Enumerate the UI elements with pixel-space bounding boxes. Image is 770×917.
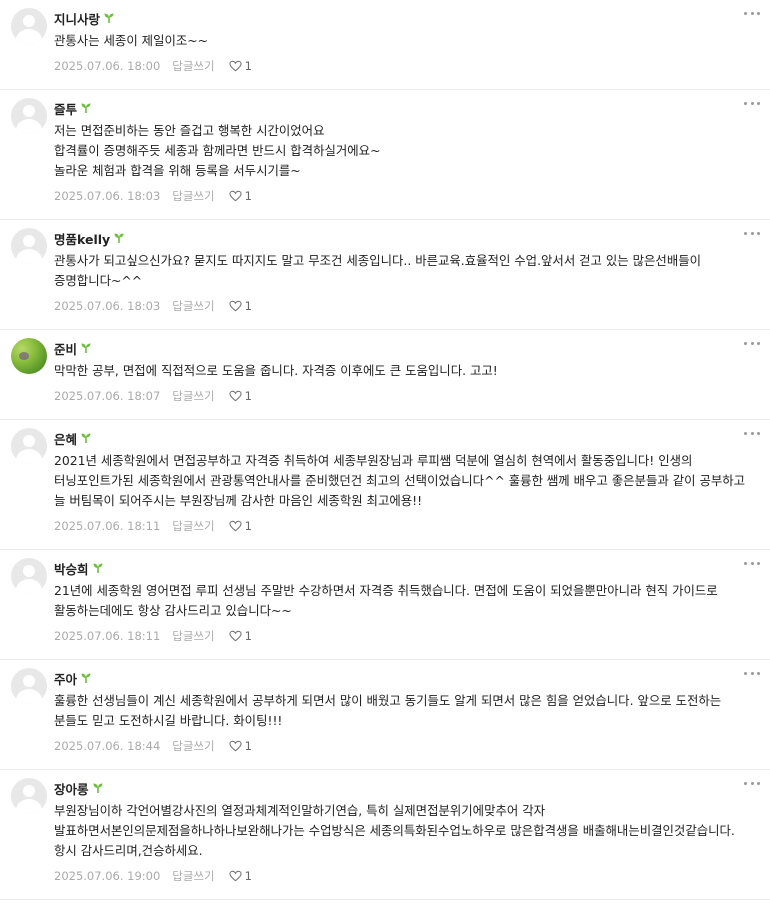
like-button[interactable]: 1 — [228, 739, 252, 753]
like-button[interactable]: 1 — [228, 519, 252, 533]
like-button[interactable]: 1 — [228, 299, 252, 313]
sprout-icon — [93, 563, 103, 573]
comment-author[interactable]: 지니사랑 — [54, 9, 100, 28]
heart-icon — [228, 390, 242, 402]
comment-item: 은혜 2021년 세종학원에서 면접공부하고 자격증 취득하여 세종부원장님과 … — [0, 420, 770, 550]
sprout-icon — [81, 343, 91, 353]
comment-date: 2025.07.06. 18:44 — [54, 739, 161, 753]
comment-author[interactable]: 즐투 — [54, 99, 77, 118]
comment-text: 막막한 공부, 면접에 직접적으로 도움을 줍니다. 자격증 이후에도 큰 도움… — [54, 363, 498, 378]
sprout-icon — [114, 233, 124, 243]
comment-item: 주아 훌륭한 선생님들이 계신 세종학원에서 공부하게 되면서 많이 배웠고 동… — [0, 660, 770, 770]
reply-button[interactable]: 답글쓰기 — [172, 188, 214, 204]
comment-date: 2025.07.06. 18:11 — [54, 629, 161, 643]
comment-date: 2025.07.06. 18:07 — [54, 389, 161, 403]
comment-author[interactable]: 명품kelly — [54, 229, 110, 248]
comment-item: 지니사랑 관통사는 세종이 제일이조~~ 2025.07.06. 18:00 답… — [0, 0, 770, 90]
heart-icon — [228, 630, 242, 642]
avatar[interactable] — [11, 8, 47, 44]
avatar[interactable] — [11, 338, 47, 374]
comment-list: 지니사랑 관통사는 세종이 제일이조~~ 2025.07.06. 18:00 답… — [0, 0, 770, 900]
sprout-icon — [93, 783, 103, 793]
like-button[interactable]: 1 — [228, 189, 252, 203]
sprout-icon — [81, 103, 91, 113]
more-options-icon[interactable] — [744, 560, 760, 566]
like-count: 1 — [244, 389, 252, 403]
more-options-icon[interactable] — [744, 100, 760, 106]
reply-button[interactable]: 답글쓰기 — [172, 738, 214, 754]
like-count: 1 — [244, 59, 252, 73]
heart-icon — [228, 60, 242, 72]
more-options-icon[interactable] — [744, 340, 760, 346]
comment-item: 준비 막막한 공부, 면접에 직접적으로 도움을 줍니다. 자격증 이후에도 큰… — [0, 330, 770, 420]
reply-button[interactable]: 답글쓰기 — [172, 58, 214, 74]
comment-text: 관통사는 세종이 제일이조~~ — [54, 33, 209, 48]
reply-button[interactable]: 답글쓰기 — [172, 518, 214, 534]
avatar[interactable] — [11, 558, 47, 594]
comment-item: 즐투 저는 면접준비하는 동안 즐겁고 행복한 시간이었어요 합격률이 증명해주… — [0, 90, 770, 220]
like-count: 1 — [244, 739, 252, 753]
comment-text: 관통사가 되고싶으신가요? 묻지도 따지지도 말고 무조건 세종입니다.. 바른… — [54, 253, 705, 288]
more-options-icon[interactable] — [744, 10, 760, 16]
comment-text: 부원장님이하 각언어별강사진의 열정과체계적인말하기연습, 특히 실제면접분위기… — [54, 803, 739, 858]
more-options-icon[interactable] — [744, 780, 760, 786]
comment-date: 2025.07.06. 18:11 — [54, 519, 161, 533]
reply-button[interactable]: 답글쓰기 — [172, 388, 214, 404]
comment-author[interactable]: 장아롱 — [54, 779, 89, 798]
more-options-icon[interactable] — [744, 670, 760, 676]
like-button[interactable]: 1 — [228, 629, 252, 643]
comment-date: 2025.07.06. 18:03 — [54, 299, 161, 313]
comment-date: 2025.07.06. 18:00 — [54, 59, 161, 73]
comment-author[interactable]: 은혜 — [54, 429, 77, 448]
avatar[interactable] — [11, 778, 47, 814]
avatar[interactable] — [11, 668, 47, 704]
comment-author[interactable]: 주아 — [54, 669, 77, 688]
like-count: 1 — [244, 869, 252, 883]
avatar[interactable] — [11, 228, 47, 264]
avatar[interactable] — [11, 428, 47, 464]
like-button[interactable]: 1 — [228, 59, 252, 73]
like-count: 1 — [244, 299, 252, 313]
like-count: 1 — [244, 519, 252, 533]
comment-text: 저는 면접준비하는 동안 즐겁고 행복한 시간이었어요 합격률이 증명해주듯 세… — [54, 123, 381, 178]
like-count: 1 — [244, 629, 252, 643]
comment-date: 2025.07.06. 19:00 — [54, 869, 161, 883]
sprout-icon — [81, 673, 91, 683]
comment-author[interactable]: 준비 — [54, 339, 77, 358]
like-button[interactable]: 1 — [228, 389, 252, 403]
more-options-icon[interactable] — [744, 230, 760, 236]
comment-text: 훌륭한 선생님들이 계신 세종학원에서 공부하게 되면서 많이 배웠고 동기들도… — [54, 693, 726, 728]
comment-text: 2021년 세종학원에서 면접공부하고 자격증 취득하여 세종부원장님과 루피쌤… — [54, 453, 750, 508]
like-count: 1 — [244, 189, 252, 203]
reply-button[interactable]: 답글쓰기 — [172, 298, 214, 314]
comment-text: 21년에 세종학원 영어면접 루피 선생님 주말반 수강하면서 자격증 취득했습… — [54, 583, 722, 618]
sprout-icon — [81, 433, 91, 443]
heart-icon — [228, 300, 242, 312]
comment-author[interactable]: 박승희 — [54, 559, 89, 578]
reply-button[interactable]: 답글쓰기 — [172, 628, 214, 644]
more-options-icon[interactable] — [744, 430, 760, 436]
heart-icon — [228, 520, 242, 532]
comment-date: 2025.07.06. 18:03 — [54, 189, 161, 203]
avatar[interactable] — [11, 98, 47, 134]
reply-button[interactable]: 답글쓰기 — [172, 868, 214, 884]
like-button[interactable]: 1 — [228, 869, 252, 883]
comment-item: 장아롱 부원장님이하 각언어별강사진의 열정과체계적인말하기연습, 특히 실제면… — [0, 770, 770, 900]
heart-icon — [228, 190, 242, 202]
comment-item: 박승희 21년에 세종학원 영어면접 루피 선생님 주말반 수강하면서 자격증 … — [0, 550, 770, 660]
comment-item: 명품kelly 관통사가 되고싶으신가요? 묻지도 따지지도 말고 무조건 세종… — [0, 220, 770, 330]
heart-icon — [228, 870, 242, 882]
heart-icon — [228, 740, 242, 752]
sprout-icon — [104, 13, 114, 23]
